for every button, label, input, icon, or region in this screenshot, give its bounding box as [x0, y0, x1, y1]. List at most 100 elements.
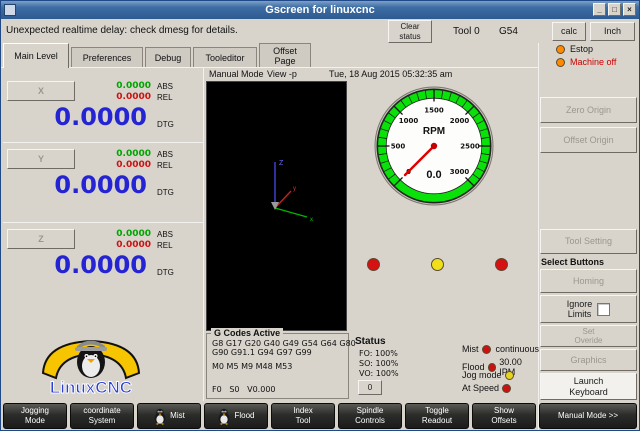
velocity-override-readout: VO: 100%: [359, 369, 399, 378]
at-speed-led: [502, 384, 511, 393]
axis-y-rel-value: 0.0000: [83, 160, 151, 170]
viewer-mode-label: Manual Mode: [209, 69, 264, 79]
window-icon: [4, 4, 16, 16]
manual-mode-button[interactable]: Manual Mode >>: [539, 403, 637, 429]
viewer-view-label: View -p: [267, 69, 297, 79]
mcodes-active-readout: M0 M5 M9 M48 M53: [212, 362, 292, 371]
mist-led: [482, 345, 491, 354]
machine-off-label[interactable]: Machine off: [570, 57, 616, 67]
svg-text:2000: 2000: [450, 117, 470, 125]
tab-debug[interactable]: Debug: [145, 47, 191, 68]
set-override-button[interactable]: Set Overide: [540, 325, 637, 347]
index-tool-button[interactable]: Index Tool: [271, 403, 335, 429]
window-title: Gscreen for linuxcnc: [265, 4, 374, 16]
axis-z-dtg-value: 0.0000: [11, 251, 147, 279]
mist-indicator-label: Mist: [462, 344, 479, 354]
toggle-readout-button[interactable]: Toggle Readout: [405, 403, 469, 429]
flood-button-label: Flood: [234, 411, 254, 421]
indicator-dot-middle[interactable]: [431, 258, 444, 271]
jog-mode-indicator-label: Jog mode: [462, 370, 502, 380]
feeds-readout: F0 S0 V0.000: [212, 385, 276, 394]
launch-keyboard-button[interactable]: Launch Keyboard: [540, 373, 637, 400]
gcodes-active-readout: G8 G17 G20 G40 G49 G54 G64 G80 G90 G91.1…: [212, 339, 356, 357]
axis-x-abs-value: 0.0000: [83, 81, 151, 91]
calc-button[interactable]: calc: [552, 22, 586, 41]
axis-y-abs-label: ABS: [157, 150, 173, 159]
ignore-limits-button[interactable]: Ignore Limits: [540, 295, 637, 323]
override-spinbox[interactable]: 0: [358, 380, 382, 395]
tab-tooleditor[interactable]: Tooleditor: [193, 47, 257, 68]
gauge-title: RPM: [423, 126, 445, 137]
jogging-mode-button[interactable]: Jogging Mode: [3, 403, 67, 429]
viewer-datetime: Tue, 18 Aug 2015 05:32:35 am: [329, 69, 452, 79]
at-speed-indicator-row: At Speed: [462, 383, 539, 393]
estop-led[interactable]: [556, 45, 565, 54]
tab-main-level[interactable]: Main Level: [3, 43, 69, 68]
axis-x-dtg-label: DTG: [157, 120, 174, 129]
maximize-button[interactable]: □: [608, 3, 621, 16]
axis-z-abs-label: ABS: [157, 230, 173, 239]
status-title: Status: [355, 336, 386, 347]
svg-text:2500: 2500: [460, 143, 480, 151]
svg-text:1000: 1000: [399, 117, 419, 125]
jog-mode-indicator-row: Jog mode: [462, 370, 539, 380]
minimize-button[interactable]: _: [593, 3, 606, 16]
coordinate-system-button[interactable]: coordinate System: [70, 403, 134, 429]
svg-text:500: 500: [391, 143, 406, 151]
axis-y-dtg-label: DTG: [157, 188, 174, 197]
clear-status-button[interactable]: Clear status: [388, 20, 432, 43]
linuxcnc-logo: LinuxCNC: [35, 331, 147, 399]
svg-text:y: y: [293, 186, 296, 192]
svg-text:Z: Z: [279, 160, 284, 167]
app-window: Gscreen for linuxcnc _ □ × Unexpected re…: [0, 0, 640, 431]
indicator-dot-right[interactable]: [495, 258, 508, 271]
tool-setting-button[interactable]: Tool Setting: [540, 229, 637, 254]
offset-origin-button[interactable]: Offset Origin: [540, 127, 637, 153]
mist-button[interactable]: Mist: [137, 403, 201, 429]
coord-system-readout: G54: [499, 26, 518, 37]
axis-x-button[interactable]: X: [7, 81, 75, 101]
axis-y-button[interactable]: Y: [7, 149, 75, 169]
axis-z-button[interactable]: Z: [7, 229, 75, 249]
svg-text:1500: 1500: [424, 107, 444, 115]
axis-y-rel-label: REL: [157, 161, 173, 170]
mist-button-label: Mist: [170, 411, 185, 421]
zero-origin-button[interactable]: Zero Origin: [540, 97, 637, 123]
mist-tux-icon: [153, 408, 167, 425]
axis-z-rel-value: 0.0000: [83, 240, 151, 250]
rpm-gauge: 050010001500200025003000 RPM 0.0: [373, 85, 495, 207]
axis-z-abs-value: 0.0000: [83, 229, 151, 239]
flood-tux-icon: [217, 408, 231, 425]
close-button[interactable]: ×: [623, 3, 636, 16]
gcodes-title: G Codes Active: [211, 328, 283, 338]
at-speed-indicator-label: At Speed: [462, 383, 499, 393]
axis-y-abs-value: 0.0000: [83, 149, 151, 159]
axis-x-rel-value: 0.0000: [83, 92, 151, 102]
units-button[interactable]: Inch: [590, 22, 635, 41]
ignore-limits-label: Ignore Limits: [567, 299, 593, 320]
gauge-value: 0.0: [426, 169, 441, 181]
axis-x-abs-label: ABS: [157, 82, 173, 91]
estop-label[interactable]: Estop: [570, 44, 593, 54]
tool-readout: Tool 0: [453, 26, 480, 37]
show-offsets-button[interactable]: Show Offsets: [472, 403, 536, 429]
tab-preferences[interactable]: Preferences: [71, 47, 143, 68]
indicator-dot-left[interactable]: [367, 258, 380, 271]
feed-override-readout: FO: 100%: [359, 349, 398, 358]
view-axes-gnomon: Z x y: [245, 152, 325, 224]
spindle-controls-button[interactable]: Spindle Controls: [338, 403, 402, 429]
jog-mode-led: [505, 371, 514, 380]
homing-button[interactable]: Homing: [540, 269, 637, 293]
select-buttons-label: Select Buttons: [541, 257, 604, 267]
axis-x-rel-label: REL: [157, 93, 173, 102]
machine-off-led[interactable]: [556, 58, 565, 67]
axis-x-dtg-value: 0.0000: [11, 103, 147, 131]
title-bar[interactable]: Gscreen for linuxcnc _ □ ×: [1, 1, 639, 19]
gremlin-3d-view[interactable]: Z x y: [206, 81, 347, 331]
tab-offset-page[interactable]: Offset Page: [259, 43, 311, 68]
spindle-override-readout: SO: 100%: [359, 359, 398, 368]
graphics-button[interactable]: Graphics: [540, 349, 637, 371]
flood-button[interactable]: Flood: [204, 403, 268, 429]
ignore-limits-checkbox[interactable]: [597, 303, 610, 316]
svg-text:3000: 3000: [450, 168, 470, 176]
